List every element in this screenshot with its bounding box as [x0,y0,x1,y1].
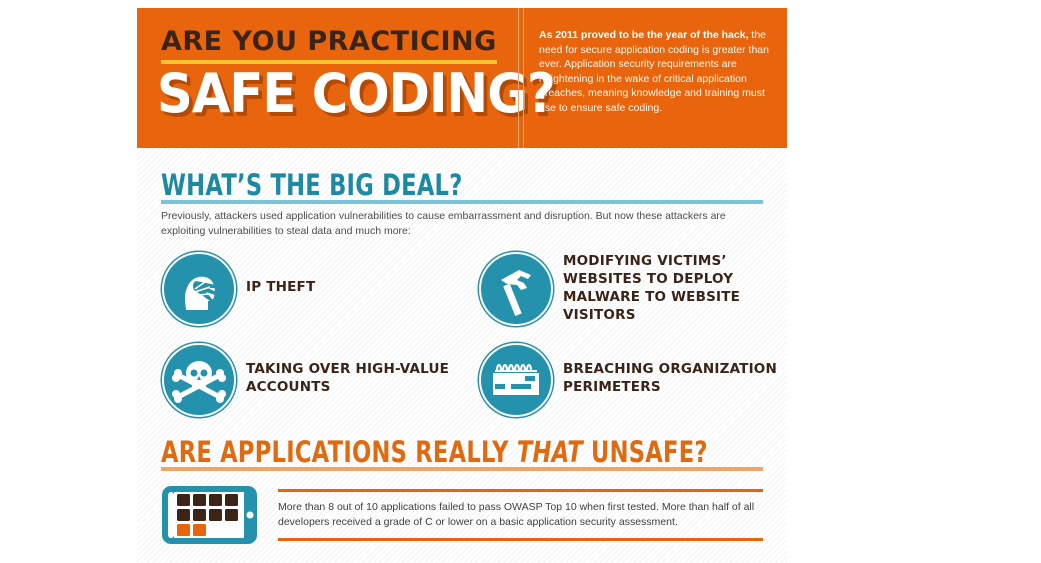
grid-cell [177,494,190,506]
grid-cell [193,509,206,521]
hammer-icon [479,252,553,326]
grid-cell [209,509,222,521]
intro-bold: As 2011 proved to be the year of the hac… [539,29,749,41]
heading-rule-orange [161,467,763,471]
banner-divider [518,8,524,148]
title-line-1: ARE YOU PRACTICING [161,26,497,57]
breached-wall-icon [479,343,553,417]
header-banner: ARE YOU PRACTICING SAFE CODING? As 2011 … [137,8,787,148]
grid-cell [225,494,238,506]
infographic: ARE YOU PRACTICING SAFE CODING? As 2011 … [137,8,787,563]
item-label-breaching-perimeters: BREACHING ORGANIZATION PERIMETERS [563,361,777,395]
head-hand-icon [162,252,236,326]
item-label-taking-over-accounts: TAKING OVER HIGH-VALUE ACCOUNTS [246,361,450,395]
section-heading-unsafe: ARE APPLICATIONS REALLY THAT UNSAFE? [161,435,708,469]
big-deal-paragraph: Previously, attackers used application v… [161,210,726,237]
item-label-ip-theft: IP THEFT [246,279,316,295]
stat-text: More than 8 out of 10 applications faile… [278,501,755,528]
heading-emphasis: THAT [516,435,583,469]
skull-crossbones-icon [162,343,236,417]
tablet-grid-icon [162,486,257,544]
grid-cell [193,494,206,506]
stat-rule-bottom [278,538,763,541]
title-line-2: SAFE CODING? [157,62,556,125]
intro-text: As 2011 proved to be the year of the hac… [539,28,769,116]
item-label-modifying-websites: MODIFYING VICTIMS’ WEBSITES TO DEPLOY MA… [563,253,741,323]
grid-cell [177,509,190,521]
section-heading-big-deal: WHAT’S THE BIG DEAL? [161,168,463,202]
grid-cell [225,509,238,521]
heading-rule-blue [161,200,763,204]
grid-cell [177,524,190,536]
intro-rest: the need for secure application coding i… [539,29,769,114]
grid-cell [209,494,222,506]
grid-cell [193,524,206,536]
stat-rule-top [278,489,763,492]
heading-pre: ARE APPLICATIONS REALLY [161,435,517,469]
heading-post: UNSAFE? [582,435,708,469]
